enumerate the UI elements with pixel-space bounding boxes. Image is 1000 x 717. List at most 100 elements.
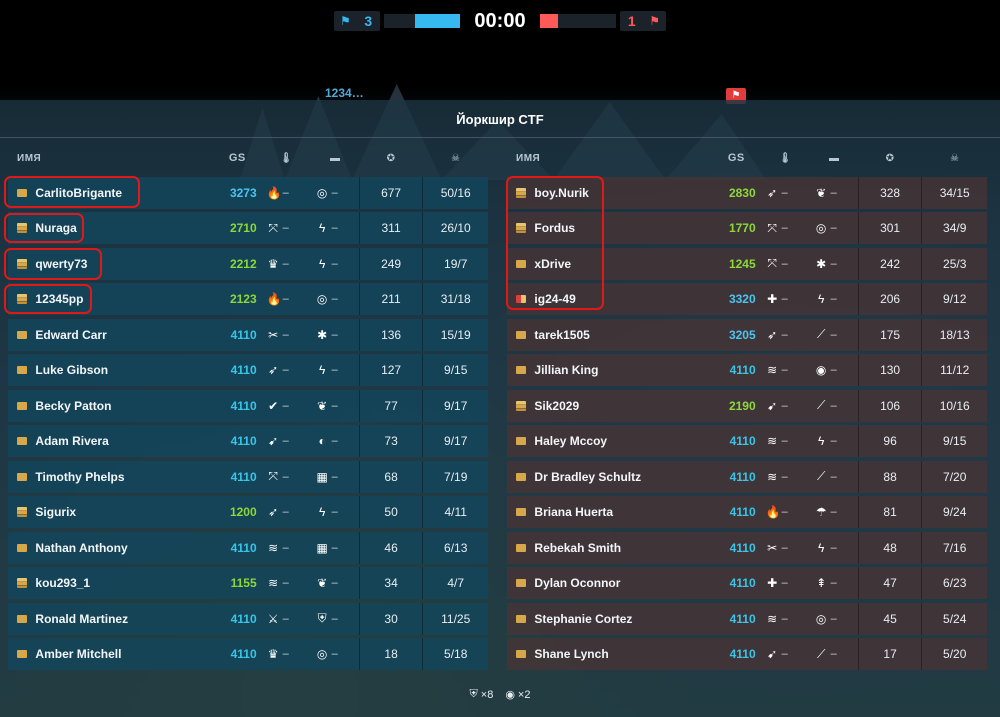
- player-row[interactable]: Adam Rivera 4110 ➹ – ◐ – 73 9/17: [8, 425, 488, 457]
- player-row[interactable]: Haley Mccoy 4110 ≋ – ϟ – 96 9/15: [507, 425, 987, 457]
- player-row[interactable]: Sigurix 1200 ➶ – ϟ – 50 4/11: [8, 496, 488, 528]
- player-row[interactable]: Edward Carr 4110 ✂ – ✱ – 136 15/19: [8, 318, 488, 351]
- player-name: boy.Nurik: [534, 185, 589, 200]
- kills-deaths: 11/12: [940, 363, 970, 377]
- rank-badge: [8, 401, 35, 410]
- rank-badge: [507, 579, 534, 587]
- player-score: 328: [857, 176, 923, 209]
- player-row[interactable]: Nathan Anthony 4110 ≋ – ▦ – 46 6/13: [8, 531, 488, 564]
- rank-icon: [515, 472, 526, 481]
- rank-icon: [515, 259, 526, 268]
- hull-cell: ◎ –: [815, 611, 837, 626]
- player-row[interactable]: Becky Patton 4110 ✔ – ❦ – 77 9/17: [8, 389, 488, 422]
- rank-badge: [8, 507, 35, 517]
- gear-score: 1770: [728, 221, 756, 235]
- crown-icon: ♛: [267, 256, 279, 271]
- player-row[interactable]: Ronald Martinez 4110 ⚔ – ⛨ – 30 11/25: [8, 602, 488, 635]
- rank-badge: [8, 543, 35, 552]
- shield-dot-icon: ◐: [318, 434, 326, 448]
- umbrella-icon: ☂: [815, 505, 827, 519]
- kills-deaths: 34/15: [939, 185, 970, 200]
- gear-score: 2123: [229, 292, 257, 306]
- player-score: 130: [857, 354, 923, 386]
- hull-cell: ϟ –: [312, 363, 359, 377]
- gear-score: 4110: [729, 505, 756, 519]
- player-name: qwerty73: [35, 256, 88, 271]
- player-score: 45: [857, 602, 923, 635]
- turret-cell: ➶ –: [767, 185, 788, 200]
- target-wrench-icon: ◎: [316, 292, 328, 306]
- leaf-icon: ❦: [317, 576, 328, 590]
- rank-badge: [8, 294, 35, 304]
- player-name: Ronald Martinez: [35, 611, 129, 626]
- hull-cell: ϟ –: [312, 257, 359, 271]
- player-name: tarek1505: [534, 327, 590, 342]
- player-score: 34: [358, 567, 424, 599]
- player-row[interactable]: Fordus 1770 ⤧ – ◎ – 301 34/9: [507, 212, 987, 244]
- player-row[interactable]: boy.Nurik 2830 ➶ – ❦ – 328 34/15: [507, 176, 987, 209]
- kills-deaths: 15/19: [440, 327, 471, 342]
- rank-badge: [8, 437, 35, 445]
- player-row[interactable]: Nuraga 2710 ⤧ – ϟ – 311 26/10: [8, 212, 488, 244]
- wave-icon: ≋: [767, 363, 778, 377]
- player-score: 30: [358, 602, 424, 635]
- player-row[interactable]: qwerty73 2212 ♛ – ϟ – 249 19/7: [8, 247, 488, 280]
- tools-icon: ✂: [767, 540, 778, 555]
- claw-icon: ➹: [767, 647, 778, 661]
- rank-icon: [16, 437, 27, 445]
- player-name: ig24-49: [534, 292, 576, 306]
- player-row[interactable]: Timothy Phelps 4110 ⤧ – ▦ – 68 7/19: [8, 460, 488, 493]
- turret-cell: ✂ –: [268, 327, 289, 342]
- player-row[interactable]: Dylan Oconnor 4110 ✚ – ⇞ – 47 6/23: [507, 567, 987, 599]
- player-score: 211: [358, 283, 424, 315]
- rank-icon: [16, 507, 27, 517]
- player-row[interactable]: Shane Lynch 4110 ➹ – ⟋ – 17 5/20: [507, 638, 987, 670]
- gear-score: 4110: [729, 434, 756, 448]
- bolt-icon: ϟ: [318, 363, 326, 377]
- turret-cell: ⤧ –: [767, 220, 788, 235]
- player-row[interactable]: Rebekah Smith 4110 ✂ – ϟ – 48 7/16: [507, 531, 987, 564]
- plus-icon: ✚: [767, 576, 778, 590]
- player-row[interactable]: kou293_1 1155 ≋ – ❦ – 34 4/7: [8, 567, 488, 599]
- player-row[interactable]: Luke Gibson 4110 ➶ – ϟ – 127 9/15: [8, 354, 488, 386]
- blue-flag-icon: ⚑: [340, 14, 351, 28]
- player-row[interactable]: Amber Mitchell 4110 ♛ – ◎ – 18 5/18: [8, 638, 488, 670]
- target-icon: ◎: [815, 611, 827, 626]
- hull-cell: ⟋ –: [811, 327, 858, 342]
- turret-cell: ⤧ –: [268, 469, 289, 483]
- ring-icon: ◉: [505, 689, 515, 701]
- rank-icon: [16, 472, 27, 481]
- player-score: 127: [358, 354, 424, 386]
- gear-score: 4110: [230, 363, 257, 377]
- rank-badge: [507, 223, 534, 233]
- turret-cell: ⚔ –: [267, 611, 289, 626]
- player-row[interactable]: Dr Bradley Schultz 4110 ≋ – ⟋ – 88 7/20: [507, 460, 987, 493]
- player-row[interactable]: 12345pp 2123 🔥 – ◎ – 211 31/18: [8, 283, 488, 315]
- player-score: 136: [358, 318, 424, 351]
- red-table-header: ИМЯ GS 🌡 ▬ ✪ ☠: [507, 143, 987, 173]
- player-row[interactable]: xDrive 1245 ⤧ – ✱ – 242 25/3: [507, 247, 987, 280]
- player-row[interactable]: Jillian King 4110 ≋ – ◉ – 130 11/12: [507, 354, 987, 386]
- player-row[interactable]: CarlitoBrigante 3273 🔥 – ◎ – 677 50/16: [8, 176, 488, 209]
- gear-score: 2710: [229, 221, 257, 235]
- turret-column-icon: 🌡: [778, 152, 792, 164]
- player-row[interactable]: Stephanie Cortez 4110 ≋ – ◎ – 45 5/24: [507, 602, 987, 635]
- rank-icon: [16, 330, 27, 339]
- hull-cell: ❦ –: [317, 398, 338, 413]
- player-row[interactable]: Sik2029 2190 ➹ – ⟋ – 106 10/16: [507, 389, 987, 422]
- turret-cell: ✔ –: [268, 398, 289, 413]
- turret-cell: ≋ –: [767, 363, 788, 377]
- player-row[interactable]: Briana Huerta 4110 🔥 – ☂ – 81 9/24: [507, 496, 987, 528]
- turret-column-icon: 🌡: [279, 152, 293, 164]
- player-row[interactable]: tarek1505 3205 ➶ – ⟋ – 175 18/13: [507, 318, 987, 351]
- player-name: CarlitoBrigante: [35, 185, 123, 200]
- rank-badge: [8, 650, 35, 658]
- hull-cell: ❦ –: [816, 185, 837, 200]
- rank-icon: [515, 330, 526, 339]
- flame-icon: 🔥: [266, 292, 282, 306]
- player-row[interactable]: ig24-49 3320 ✚ – ϟ – 206 9/12: [507, 283, 987, 315]
- gear-icon: ✱: [317, 327, 328, 342]
- rank-icon: [16, 401, 27, 410]
- hull-cell: ◎ –: [316, 185, 338, 200]
- target-icon: ◎: [815, 221, 827, 235]
